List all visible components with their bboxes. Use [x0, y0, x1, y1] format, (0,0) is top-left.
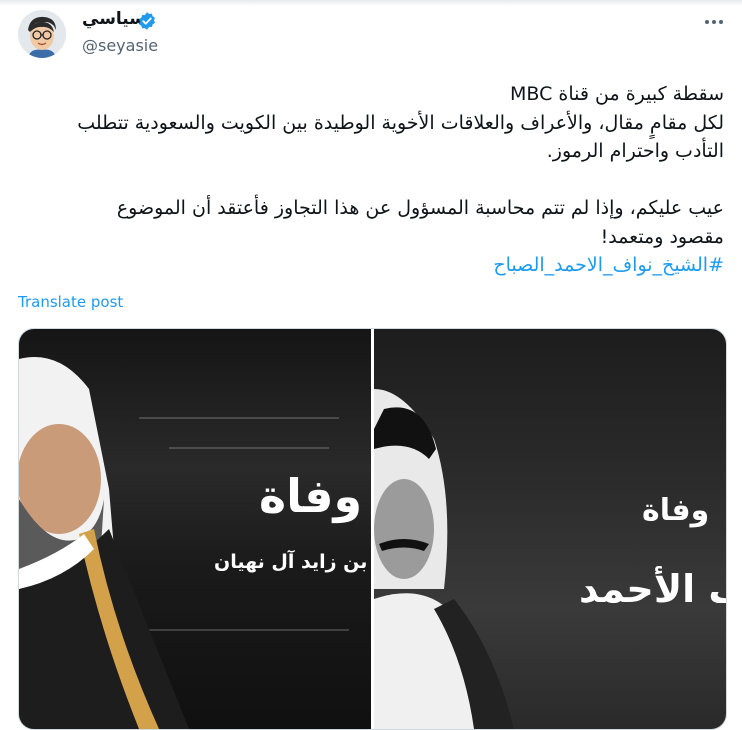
verified-badge-icon — [139, 12, 155, 30]
portrait-figure-left — [19, 357, 189, 729]
tweet-line: لكل مقامٍ مقال، والأعراف والعلاقات الأخو… — [77, 111, 724, 134]
tweet-line: سقطة كبيرة من قناة MBC — [510, 83, 724, 105]
portrait-figure-right — [374, 389, 514, 729]
avatar-cartoon-icon — [18, 10, 66, 58]
user-handle[interactable]: @seyasie — [82, 36, 158, 55]
avatar[interactable] — [18, 10, 66, 58]
media-image-left[interactable]: وفاة يفة بن زايد آل نهيان — [19, 329, 371, 729]
more-options-icon[interactable] — [700, 10, 728, 34]
tweet-text: سقطة كبيرة من قناة MBC لكل مقامٍ مقال، و… — [24, 80, 724, 280]
dot — [719, 20, 723, 24]
caption-subtitle: يفة بن زايد آل نهيان — [214, 551, 371, 573]
tweet-line: التأدب واحترام الرموز. — [546, 140, 724, 162]
media-grid[interactable]: وفاة يفة بن زايد آل نهيان وفاة ف الأحمد — [18, 328, 727, 730]
tweet-line: عيب عليكم، وإذا لم تتم محاسبة المسؤول عن… — [116, 197, 724, 219]
media-image-right[interactable]: وفاة ف الأحمد — [374, 329, 726, 729]
tweet-line: مقصود ومتعمد! — [600, 225, 724, 248]
dot — [705, 20, 709, 24]
caption-title: وفاة — [642, 493, 710, 528]
caption-title: وفاة — [259, 469, 363, 523]
top-divider — [0, 0, 742, 6]
dot — [712, 20, 716, 24]
hashtag-link[interactable]: #الشيخ_نواف_الاحمد_الصباح — [24, 251, 724, 280]
translate-post-link[interactable]: Translate post — [18, 293, 123, 311]
caption-subtitle: ف الأحمد — [579, 567, 726, 611]
